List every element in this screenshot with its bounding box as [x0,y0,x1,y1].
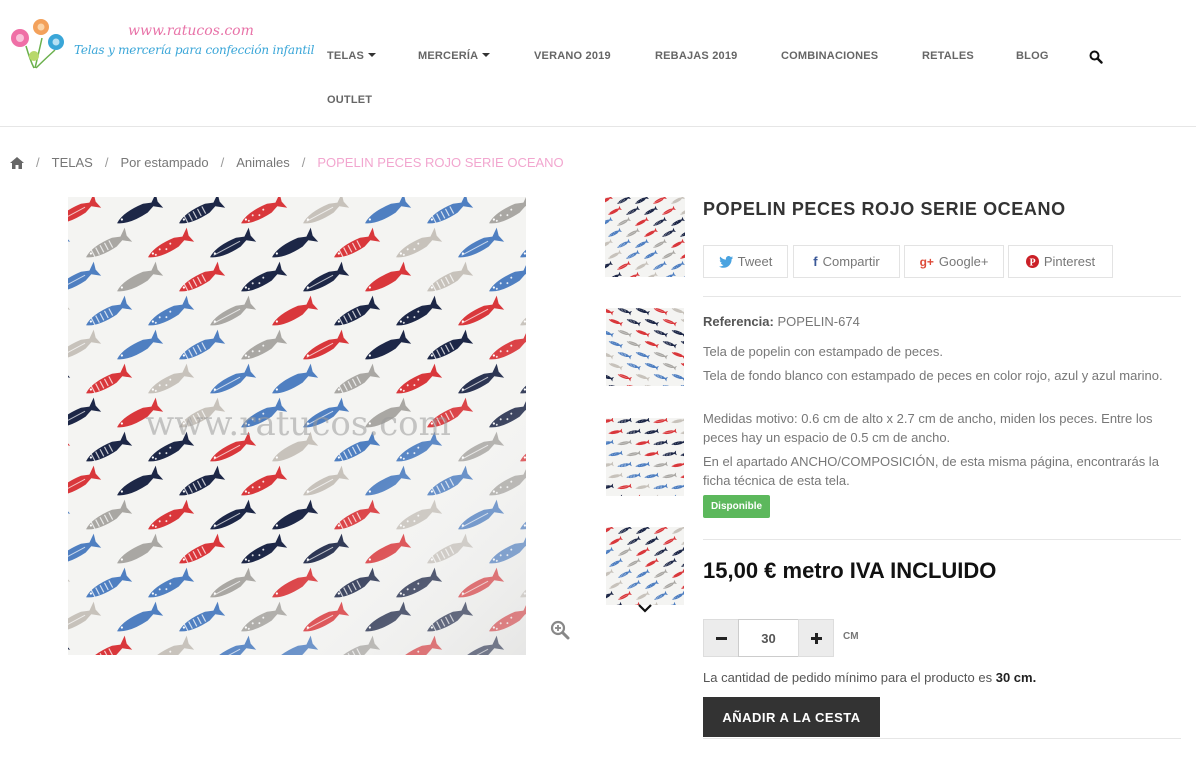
share-googleplus-button[interactable]: g+ Google+ [904,245,1004,278]
product-thumbnail-1[interactable] [605,197,685,277]
logo-url-text: www.ratucos.com [128,23,254,39]
nav-item-retales[interactable]: RETALES [922,50,974,62]
site-header: www.ratucos.com Telas y mercería para co… [0,0,1196,127]
nav-item-combinaciones[interactable]: COMBINACIONES [781,50,878,62]
breadcrumb-separator: / [36,155,40,170]
pinterest-icon: P [1025,255,1039,269]
breadcrumb-link-animales[interactable]: Animales [236,155,289,170]
nav-item-label: MERCERÍA [418,50,479,62]
minimum-order-note: La cantidad de pedido mínimo para el pro… [703,670,1036,685]
share-label: Google+ [938,254,989,269]
thumbnail-pattern-image [606,308,684,386]
breadcrumb-separator: / [301,155,306,170]
quantity-unit: CM [843,631,859,642]
breadcrumb-separator: / [220,155,225,170]
minimum-order-text: La cantidad de pedido mínimo para el pro… [703,670,993,685]
product-title: POPELIN PECES ROJO SERIE OCEANO [703,199,1066,219]
breadcrumb: / TELAS / Por estampado / Animales / POP… [10,155,564,170]
divider [703,738,1181,739]
google-plus-icon: g+ [919,254,934,269]
product-description-line: Medidas motivo: 0.6 cm de alto x 2.7 cm … [703,411,1153,445]
search-icon[interactable] [1089,50,1103,64]
quantity-decrease-button[interactable] [703,619,739,657]
logo-tagline: Telas y mercería para confección infanti… [74,43,315,57]
minimum-order-value: 30 cm. [995,670,1037,685]
share-pinterest-button[interactable]: P Pinterest [1008,245,1113,278]
nav-item-label: TELAS [327,50,365,62]
product-thumbnail-2[interactable] [606,308,684,386]
quantity-increase-button[interactable] [798,619,834,657]
thumbnail-pattern-image [606,527,684,605]
caret-down-icon [368,53,377,57]
zoom-in-icon[interactable] [550,620,570,640]
quantity-input[interactable] [738,619,799,657]
reference-value: POPELIN-674 [777,314,860,329]
share-label: Pinterest [1043,254,1096,269]
reference-label: Referencia: [703,314,774,329]
product-reference: Referencia: POPELIN-674 [703,314,860,329]
caret-down-icon [482,53,491,57]
breadcrumb-link-por-estampado[interactable]: Por estampado [120,155,208,170]
product-thumbnail-3[interactable] [606,418,684,496]
home-icon[interactable] [10,156,24,169]
share-facebook-button[interactable]: f Compartir [793,245,900,278]
share-label: Compartir [822,254,880,269]
product-description-line: Tela de popelin con estampado de peces. [703,344,943,359]
nav-item-verano-2019[interactable]: VERANO 2019 [534,50,611,62]
thumbnail-pattern-image [605,197,685,277]
chevron-down-icon[interactable] [637,603,653,613]
product-thumbnail-4[interactable] [606,527,684,605]
breadcrumb-separator: / [104,155,109,170]
nav-item-rebajas-2019[interactable]: REBAJAS 2019 [655,50,738,62]
minus-icon [715,636,727,640]
breadcrumb-current: POPELIN PECES ROJO SERIE OCEANO [317,155,564,170]
product-price: 15,00 € metro IVA INCLUIDO [703,558,997,583]
fish-fabric-pattern: www.ratucos.com [68,197,526,655]
image-watermark: www.ratucos.com [145,404,451,444]
product-main-image[interactable]: www.ratucos.com [68,197,526,655]
nav-item-merceria[interactable]: MERCERÍA [418,50,491,62]
facebook-icon: f [813,254,818,269]
divider [703,539,1181,540]
logo-flowers-icon [11,19,64,69]
add-to-cart-button[interactable]: AÑADIR A LA CESTA [703,697,880,737]
product-description-line: Tela de fondo blanco con estampado de pe… [703,368,1163,383]
share-label: Tweet [737,254,773,269]
nav-item-telas[interactable]: TELAS [327,50,377,62]
divider [703,296,1181,297]
nav-item-blog[interactable]: BLOG [1016,50,1049,62]
svg-text:P: P [1029,258,1035,269]
nav-item-outlet[interactable]: OUTLET [327,94,372,106]
breadcrumb-link-telas[interactable]: TELAS [52,155,93,170]
site-logo[interactable]: www.ratucos.com Telas y mercería para co… [8,16,315,70]
share-tweet-button[interactable]: Tweet [703,245,788,278]
twitter-icon [718,255,733,268]
thumbnail-pattern-image [606,418,684,496]
plus-icon [810,632,822,644]
product-description-line: En el apartado ANCHO/COMPOSICIÓN, de est… [703,454,1159,488]
availability-badge: Disponible [703,495,770,518]
